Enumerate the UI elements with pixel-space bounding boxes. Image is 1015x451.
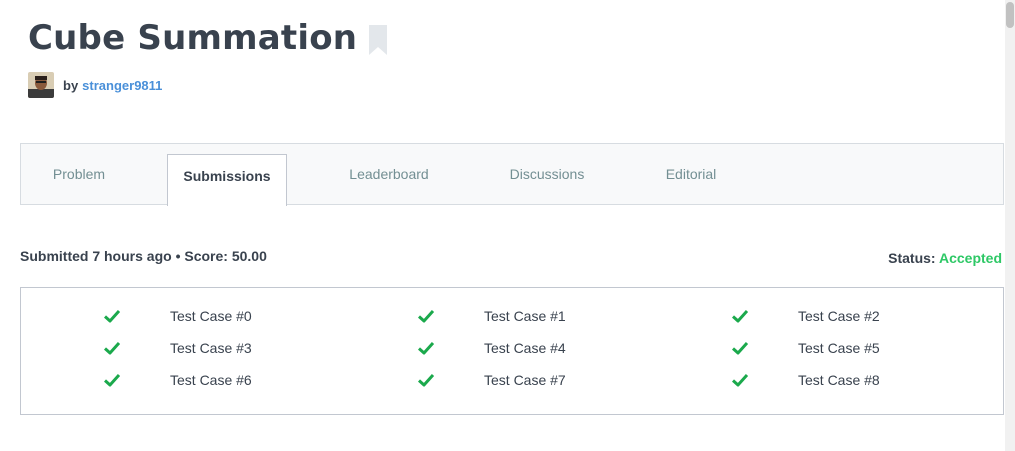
vertical-scrollbar[interactable]	[1005, 0, 1015, 451]
test-case-label: Test Case #4	[484, 340, 566, 356]
test-case[interactable]: Test Case #5	[732, 340, 880, 356]
test-case-label: Test Case #6	[170, 372, 252, 388]
tab-bar: Problem Submissions Leaderboard Discussi…	[20, 143, 1004, 206]
author-row: by stranger9811	[28, 72, 162, 98]
test-case[interactable]: Test Case #4	[418, 340, 566, 356]
test-case[interactable]: Test Case #1	[418, 308, 566, 324]
tab-editorial[interactable]: Editorial	[651, 144, 731, 204]
check-icon	[732, 341, 748, 355]
bookmark-icon[interactable]	[369, 25, 388, 55]
tab-discussions[interactable]: Discussions	[495, 144, 599, 204]
check-icon	[104, 341, 120, 355]
test-case-label: Test Case #2	[798, 308, 880, 324]
avatar[interactable]	[28, 72, 54, 98]
test-case[interactable]: Test Case #3	[104, 340, 252, 356]
status-value: Accepted	[938, 250, 1002, 266]
status-label: Status:	[888, 250, 936, 266]
test-case[interactable]: Test Case #8	[732, 372, 880, 388]
test-case-results: Test Case #0 Test Case #1 Test Case #2 T…	[20, 287, 1004, 415]
check-icon	[418, 341, 434, 355]
check-icon	[104, 373, 120, 387]
tab-leaderboard[interactable]: Leaderboard	[333, 144, 445, 204]
author-link[interactable]: stranger9811	[82, 78, 162, 93]
test-case[interactable]: Test Case #7	[418, 372, 566, 388]
test-case[interactable]: Test Case #6	[104, 372, 252, 388]
scrollbar-thumb[interactable]	[1006, 2, 1014, 28]
submitted-info: Submitted 7 hours ago • Score: 50.00	[20, 248, 267, 264]
check-icon	[732, 309, 748, 323]
tab-problem[interactable]: Problem	[33, 144, 125, 204]
check-icon	[104, 309, 120, 323]
check-icon	[418, 373, 434, 387]
test-case-label: Test Case #3	[170, 340, 252, 356]
by-label: by	[63, 77, 79, 93]
test-case-label: Test Case #7	[484, 372, 566, 388]
test-case-label: Test Case #8	[798, 372, 880, 388]
test-case-label: Test Case #1	[484, 308, 566, 324]
page-title: Cube Summation	[28, 18, 358, 58]
check-icon	[418, 309, 434, 323]
tab-submissions[interactable]: Submissions	[167, 154, 287, 206]
page: Cube Summation by stranger9811 Problem S…	[0, 0, 1015, 451]
test-case-label: Test Case #0	[170, 308, 252, 324]
status: Status: Accepted	[888, 250, 1002, 266]
test-case[interactable]: Test Case #2	[732, 308, 880, 324]
check-icon	[732, 373, 748, 387]
title-row: Cube Summation	[28, 18, 388, 58]
test-case[interactable]: Test Case #0	[104, 308, 252, 324]
test-case-label: Test Case #5	[798, 340, 880, 356]
